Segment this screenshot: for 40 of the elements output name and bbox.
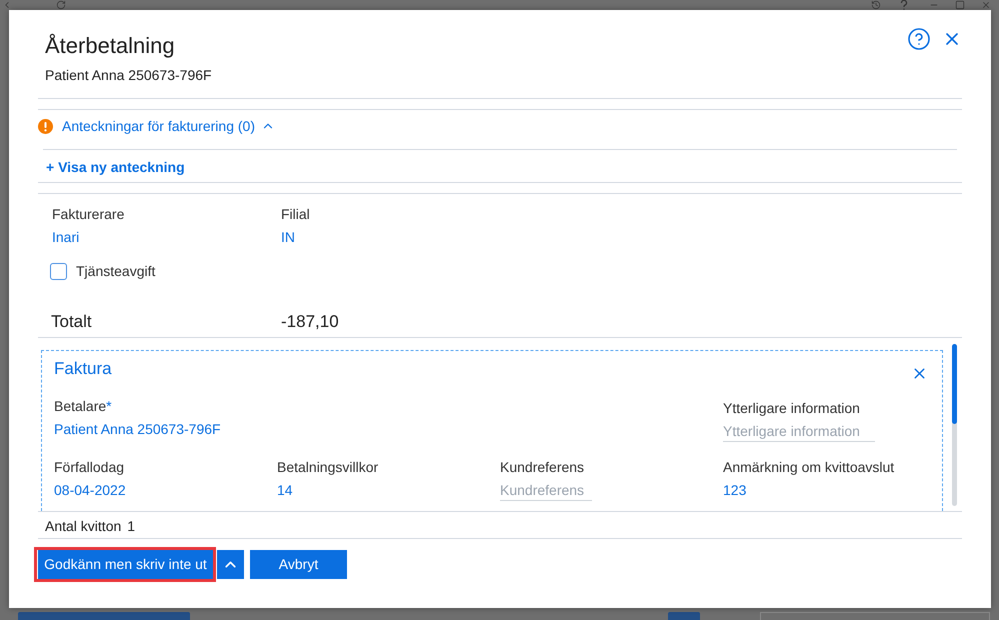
field-value[interactable]: Patient Anna 250673-796F — [54, 420, 221, 438]
dialog-title: Återbetalning — [45, 32, 175, 60]
notes-toggle-link[interactable]: Anteckningar för fakturering (0) — [62, 117, 275, 135]
field-value[interactable]: IN — [281, 228, 295, 246]
field-label: Betalningsvillkor — [277, 458, 378, 476]
approve-button[interactable]: Godkänn men skriv inte ut — [38, 550, 213, 579]
field-label: Fakturerare — [52, 205, 124, 223]
field-value[interactable]: Inari — [52, 228, 80, 246]
dialog-subtitle: Patient Anna 250673-796F — [45, 66, 212, 84]
field-value[interactable]: 08-04-2022 — [54, 481, 126, 499]
field-value[interactable]: 123 — [723, 481, 746, 499]
dimmed-bar — [668, 612, 700, 620]
field-label: Betalare* — [54, 397, 112, 415]
invoice-title: Faktura — [54, 358, 112, 380]
field-label: Förfallodag — [54, 458, 124, 476]
checkbox-label: Tjänsteavgift — [76, 262, 156, 280]
maximize-icon[interactable] — [955, 0, 965, 10]
scrollbar-thumb[interactable] — [952, 344, 957, 424]
field-label: Anmärkning om kvittoavslut — [723, 458, 894, 476]
more-options-button[interactable] — [217, 550, 244, 579]
field-label: Filial — [281, 205, 310, 223]
field-label: Kundreferens — [500, 458, 584, 476]
input-field[interactable]: Ytterligare information — [723, 420, 875, 442]
close-icon[interactable] — [981, 0, 991, 10]
receipt-count-value: 1 — [127, 517, 136, 535]
receipt-count-label: Antal kvitton — [45, 517, 122, 535]
history-icon[interactable] — [871, 0, 881, 10]
add-note-link[interactable]: + Visa ny anteckning — [46, 158, 185, 176]
field-value[interactable]: 14 — [277, 481, 293, 499]
input-field[interactable]: Kundreferens — [500, 479, 592, 501]
field-label: Ytterligare information — [723, 399, 860, 417]
checkbox[interactable] — [50, 262, 67, 280]
total-label: Totalt — [51, 311, 92, 333]
help-icon[interactable] — [899, 0, 909, 10]
warning-icon — [38, 118, 53, 134]
refresh-icon[interactable] — [56, 0, 66, 10]
scrollbar-track[interactable] — [952, 344, 957, 506]
total-value: -187,10 — [281, 311, 339, 333]
cancel-button[interactable]: Avbryt — [250, 550, 347, 579]
help-icon[interactable] — [907, 27, 931, 51]
